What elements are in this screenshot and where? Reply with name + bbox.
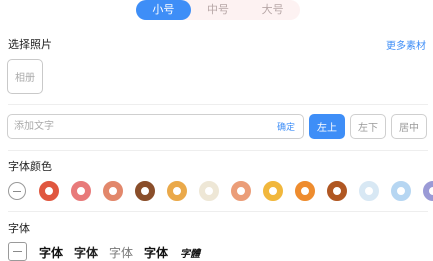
album-button-label: 相册 bbox=[15, 73, 35, 84]
position-top-left-button[interactable]: 左上 bbox=[309, 114, 345, 139]
color-swatch[interactable] bbox=[135, 181, 155, 201]
color-swatch[interactable] bbox=[199, 181, 219, 201]
add-text-input[interactable] bbox=[14, 118, 264, 135]
position-center-button[interactable]: 居中 bbox=[391, 114, 427, 139]
divider bbox=[8, 150, 428, 151]
color-swatch[interactable] bbox=[391, 181, 411, 201]
more-materials-link[interactable]: 更多素材 bbox=[386, 37, 426, 52]
color-swatch[interactable] bbox=[231, 181, 251, 201]
size-tabs: 小号 中号 大号 bbox=[136, 0, 300, 20]
color-swatch[interactable] bbox=[359, 181, 379, 201]
tab-small[interactable]: 小号 bbox=[136, 0, 191, 20]
select-photo-title: 选择照片 bbox=[8, 38, 52, 51]
font-sample-script[interactable]: 字體 bbox=[180, 245, 200, 260]
text-input-box: 确定 bbox=[7, 114, 304, 139]
font-sample-bold[interactable]: 字体 bbox=[39, 244, 63, 261]
no-color-icon[interactable] bbox=[8, 182, 26, 200]
color-swatch[interactable] bbox=[103, 181, 123, 201]
no-font-icon[interactable] bbox=[8, 242, 27, 261]
color-swatch[interactable] bbox=[39, 181, 59, 201]
font-sample-regular[interactable]: 字体 bbox=[109, 244, 133, 261]
font-sample-serif[interactable]: 字体 bbox=[144, 244, 168, 261]
font-title: 字体 bbox=[8, 222, 30, 235]
divider bbox=[8, 104, 428, 105]
color-swatch[interactable] bbox=[263, 181, 283, 201]
watermark-editor-panel: 小号 中号 大号 选择照片 更多素材 相册 确定 左上 左下 居中 字体颜色 字… bbox=[0, 0, 433, 261]
confirm-button[interactable]: 确定 bbox=[277, 120, 295, 133]
color-swatch[interactable] bbox=[327, 181, 347, 201]
tab-large[interactable]: 大号 bbox=[245, 0, 300, 20]
font-color-title: 字体颜色 bbox=[8, 160, 52, 173]
color-swatch[interactable] bbox=[423, 181, 433, 201]
color-swatch[interactable] bbox=[167, 181, 187, 201]
font-sample-heavy[interactable]: 字体 bbox=[74, 244, 98, 261]
album-button[interactable]: 相册 bbox=[7, 59, 43, 94]
tab-medium[interactable]: 中号 bbox=[191, 0, 246, 20]
divider bbox=[8, 211, 428, 212]
color-swatch[interactable] bbox=[71, 181, 91, 201]
color-swatch[interactable] bbox=[295, 181, 315, 201]
position-bottom-left-button[interactable]: 左下 bbox=[350, 114, 386, 139]
